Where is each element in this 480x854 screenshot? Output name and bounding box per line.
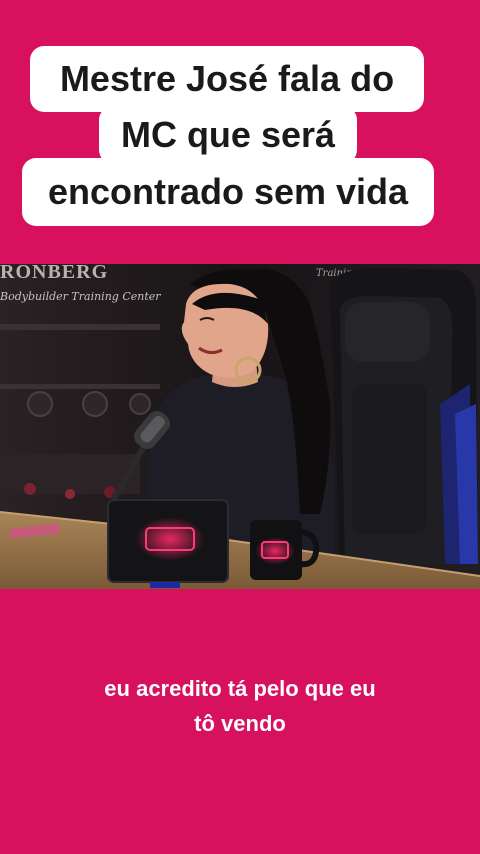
podcast-scene: RONBERG Bodybuilder Training Center Trai… [0, 264, 480, 589]
video-frame[interactable]: RONBERG Bodybuilder Training Center Trai… [0, 264, 480, 589]
subtitle-caption: eu acredito tá pelo que eu tô vendo [0, 671, 480, 741]
sign-subtext: Bodybuilder Training Center [0, 290, 161, 303]
title-line-1: Mestre José fala do [30, 46, 424, 112]
title-line-2: MC que será [99, 106, 357, 164]
sign-text: RONBERG [0, 264, 108, 283]
caption-line-1: eu acredito tá pelo que eu [104, 676, 376, 701]
title-overlay: Mestre José fala do MC que será encontra… [0, 46, 480, 232]
title-line-3: encontrado sem vida [22, 158, 434, 226]
caption-line-2: tô vendo [194, 711, 286, 736]
